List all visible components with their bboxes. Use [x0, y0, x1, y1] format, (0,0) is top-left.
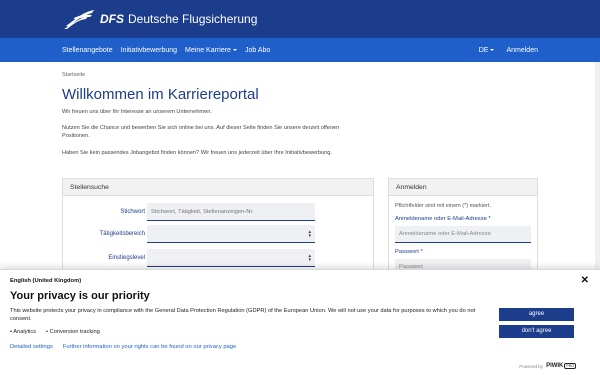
area-row: Tätigkeitsbereich ▴ ▾	[63, 225, 373, 243]
select-arrows-icon: ▴ ▾	[308, 253, 311, 263]
keyword-input[interactable]	[147, 203, 315, 221]
cookie-title: Your privacy is our priority	[10, 290, 150, 302]
cookie-purposes: • Analytics • Conversion tracking	[10, 329, 110, 335]
privacy-rights-link[interactable]: Further information on your rights can b…	[63, 344, 236, 350]
username-label: Anmeldename oder E-Mail-Adresse *	[395, 216, 491, 222]
intro-text-1: Wir freuen uns über Ihr Interesse an uns…	[62, 109, 212, 115]
intro-text-3: Haben Sie kein passendes Jobangebot find…	[62, 150, 332, 156]
breadcrumb[interactable]: Startseite	[62, 72, 85, 78]
area-label: Tätigkeitsbereich	[99, 231, 145, 237]
piwik-logo: PIWIK	[546, 363, 564, 369]
login-heading: Anmelden	[389, 179, 537, 196]
job-search-panel: Stellensuche Stichwort Tätigkeitsbereich…	[62, 178, 374, 278]
intro-text-2: Nutzen Sie die Chance und bewerben Sie s…	[62, 125, 340, 139]
dfs-logo[interactable]: DFS Deutsche Flugsicherung	[62, 8, 257, 30]
language-label: DE	[478, 46, 489, 54]
language-dropdown[interactable]: DE	[479, 47, 495, 54]
cookie-consent-banner: English (United Kingdom) ✕ Your privacy …	[0, 269, 600, 375]
nav-login[interactable]: Anmelden	[506, 47, 538, 54]
job-search-heading: Stellensuche	[63, 179, 373, 196]
nav-initiativbewerbung[interactable]: Initiativbewerbung	[121, 47, 177, 54]
cookie-language-select[interactable]: English (United Kingdom)	[10, 278, 81, 284]
close-icon[interactable]: ✕	[581, 275, 589, 286]
cookie-links: Detailed settings Further information on…	[10, 344, 246, 350]
keyword-row: Stichwort	[63, 203, 373, 221]
caret-down-icon	[232, 48, 237, 51]
nav-meine-karriere-label: Meine Karriere	[185, 46, 231, 54]
purpose-analytics: • Analytics	[10, 329, 37, 335]
nav-job-abo[interactable]: Job Abo	[245, 47, 270, 54]
area-select[interactable]: ▴ ▾	[147, 225, 315, 243]
top-header: DFS Deutsche Flugsicherung	[0, 0, 600, 38]
dont-agree-button[interactable]: don't agree	[499, 325, 574, 338]
dfs-logo-icon	[64, 10, 94, 29]
level-select[interactable]: ▴ ▾	[147, 249, 315, 267]
required-note: Pflichtfelder sind mit einem (*) markier…	[395, 203, 491, 209]
powered-by-label: Powered by	[519, 363, 544, 369]
piwik-pro-badge: PRO	[564, 363, 576, 369]
nav-meine-karriere[interactable]: Meine Karriere	[185, 47, 237, 54]
logo-name: Deutsche Flugsicherung	[128, 12, 258, 26]
agree-button[interactable]: agree	[499, 308, 574, 321]
select-arrows-icon: ▴ ▾	[308, 229, 311, 239]
page-title: Willkommen im Karriereportal	[62, 86, 259, 103]
detailed-settings-link[interactable]: Detailed settings	[10, 344, 53, 350]
caret-down-icon	[490, 48, 495, 51]
level-label: Einstiegslevel	[108, 255, 145, 261]
login-panel: Anmelden Pflichtfelder sind mit einem (*…	[388, 178, 538, 278]
main-nav: Stellenangebote Initiativbewerbung Meine…	[0, 38, 600, 62]
purpose-conversion-tracking: • Conversion tracking	[46, 329, 100, 335]
username-input[interactable]: Anmeldename oder E-Mail-Adresse	[395, 226, 531, 243]
level-row: Einstiegslevel ▴ ▾	[63, 249, 373, 267]
page-scrollbar[interactable]	[595, 62, 600, 269]
powered-by: Powered by PIWIK PRO	[519, 363, 576, 369]
nav-stellenangebote[interactable]: Stellenangebote	[62, 47, 113, 54]
cookie-text: This website protects your privacy in co…	[10, 308, 476, 322]
logo-strong: DFS	[100, 12, 124, 26]
keyword-label: Stichwort	[120, 209, 145, 215]
password-label: Passwort *	[395, 249, 423, 255]
